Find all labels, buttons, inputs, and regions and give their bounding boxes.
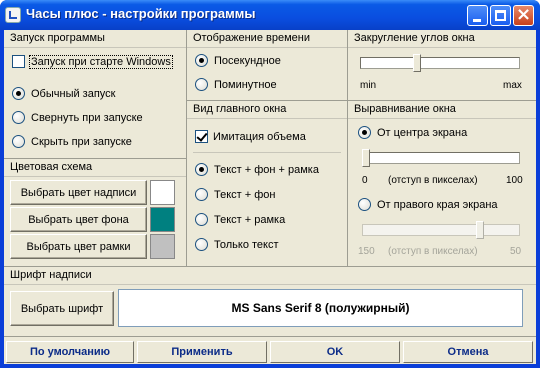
startup-option-minimize[interactable]: Свернуть при запуске bbox=[12, 111, 143, 124]
startup-header: Запуск программы bbox=[4, 30, 186, 48]
center-offset-unit: (отступ в пикселах) bbox=[388, 175, 478, 186]
startup-option-normal[interactable]: Обычный запуск bbox=[12, 87, 115, 100]
align-center-label: От центра экрана bbox=[377, 126, 468, 139]
close-icon: × bbox=[516, 4, 532, 25]
time-radio-seconds[interactable] bbox=[195, 54, 208, 67]
cancel-button[interactable]: Отмена bbox=[403, 341, 533, 363]
defaults-button[interactable]: По умолчанию bbox=[6, 341, 134, 363]
font-header: Шрифт надписи bbox=[4, 267, 536, 285]
autostart-check-box[interactable] bbox=[12, 55, 25, 68]
right-offset-slider-thumb[interactable] bbox=[476, 221, 484, 239]
time-radio-minutes[interactable] bbox=[195, 78, 208, 91]
center-offset-slider-thumb[interactable] bbox=[362, 149, 370, 167]
startup-panel: Запуск программы Запуск при старте Windo… bbox=[4, 30, 186, 158]
startup-radio-minimize[interactable] bbox=[12, 111, 25, 124]
time-option-minutes[interactable]: Поминутное bbox=[195, 78, 277, 91]
pick-background-color-button[interactable]: Выбрать цвет фона bbox=[10, 207, 147, 232]
align-right-option[interactable]: От правого края экрана bbox=[358, 198, 498, 211]
view-option-text-bg[interactable]: Текст + фон bbox=[195, 188, 275, 201]
time-option-label: Поминутное bbox=[214, 78, 277, 91]
settings-window: Часы плюс - настройки программы × Запуск… bbox=[0, 0, 540, 368]
startup-option-label: Свернуть при запуске bbox=[31, 111, 143, 124]
current-font-display: MS Sans Serif 8 (полужирный) bbox=[118, 289, 523, 327]
align-center-radio[interactable] bbox=[358, 126, 371, 139]
window-client-area: Запуск программы Запуск при старте Windo… bbox=[4, 30, 536, 364]
startup-option-hide[interactable]: Скрыть при запуске bbox=[12, 135, 132, 148]
time-display-panel: Отображение времени Посекундное Поминутн… bbox=[187, 30, 347, 100]
view-option-label: Текст + фон bbox=[214, 188, 276, 201]
align-right-label: От правого края экрана bbox=[377, 198, 498, 211]
minimize-button[interactable] bbox=[467, 5, 488, 26]
autostart-label: Запуск при старте Windows bbox=[29, 54, 173, 69]
section-divider bbox=[4, 336, 536, 337]
view-option-text-only[interactable]: Только текст bbox=[195, 238, 279, 251]
view-option-text-bg-border[interactable]: Текст + фон + рамка bbox=[195, 163, 319, 176]
right-offset-unit: (отступ в пикселах) bbox=[388, 246, 478, 257]
startup-radio-hide[interactable] bbox=[12, 135, 25, 148]
corner-rounding-header: Закругление углов окна bbox=[348, 30, 536, 48]
choose-font-button[interactable]: Выбрать шрифт bbox=[10, 291, 114, 326]
font-panel: Шрифт надписи Выбрать шрифт MS Sans Seri… bbox=[4, 267, 536, 336]
volume-check-box[interactable] bbox=[195, 130, 208, 143]
background-color-swatch bbox=[150, 207, 175, 232]
title-bar[interactable]: Часы плюс - настройки программы × bbox=[0, 0, 540, 30]
minimize-icon bbox=[473, 19, 481, 22]
time-option-label: Посекундное bbox=[214, 54, 281, 67]
autostart-checkbox[interactable]: Запуск при старте Windows bbox=[12, 54, 173, 69]
volume-effect-checkbox[interactable]: Имитация объема bbox=[195, 130, 306, 143]
alignment-panel: Выравнивание окна От центра экрана 0 (от… bbox=[348, 101, 536, 266]
corner-min-label: min bbox=[360, 80, 377, 91]
corner-rounding-panel: Закругление углов окна min max bbox=[348, 30, 536, 100]
corner-max-label: max bbox=[503, 80, 522, 91]
pick-border-color-button[interactable]: Выбрать цвет рамки bbox=[10, 234, 147, 259]
color-scheme-panel: Цветовая схема Выбрать цвет надписи Выбр… bbox=[4, 159, 186, 266]
view-radio-text-border[interactable] bbox=[195, 213, 208, 226]
time-display-header: Отображение времени bbox=[187, 30, 347, 48]
center-offset-min: 0 bbox=[362, 175, 368, 186]
align-right-radio[interactable] bbox=[358, 198, 371, 211]
right-offset-track[interactable] bbox=[362, 224, 520, 236]
right-offset-min: 150 bbox=[358, 246, 375, 257]
close-button[interactable]: × bbox=[513, 4, 534, 26]
apply-button[interactable]: Применить bbox=[137, 341, 267, 363]
main-view-header: Вид главного окна bbox=[187, 101, 347, 119]
startup-option-label: Обычный запуск bbox=[31, 87, 116, 100]
text-color-swatch bbox=[150, 180, 175, 205]
view-option-label: Текст + фон + рамка bbox=[214, 163, 319, 176]
color-scheme-header: Цветовая схема bbox=[4, 159, 186, 177]
main-view-panel: Вид главного окна Имитация объема Текст … bbox=[187, 101, 347, 266]
time-option-seconds[interactable]: Посекундное bbox=[195, 54, 281, 67]
startup-radio-normal[interactable] bbox=[12, 87, 25, 100]
ok-button[interactable]: OK bbox=[270, 341, 400, 363]
border-color-swatch bbox=[150, 234, 175, 259]
maximize-button[interactable] bbox=[490, 5, 511, 26]
main-view-separator bbox=[193, 152, 341, 153]
volume-effect-label: Имитация объема bbox=[213, 130, 306, 143]
corner-rounding-slider-thumb[interactable] bbox=[413, 54, 422, 72]
right-offset-max: 50 bbox=[510, 246, 522, 257]
view-option-text-border[interactable]: Текст + рамка bbox=[195, 213, 285, 226]
view-option-label: Только текст bbox=[214, 238, 279, 251]
startup-option-label: Скрыть при запуске bbox=[31, 135, 132, 148]
view-radio-text-bg-border[interactable] bbox=[195, 163, 208, 176]
view-radio-text-only[interactable] bbox=[195, 238, 208, 251]
view-option-label: Текст + рамка bbox=[214, 213, 286, 226]
corner-rounding-track[interactable] bbox=[360, 57, 520, 69]
center-offset-track[interactable] bbox=[362, 152, 520, 164]
center-offset-max: 100 bbox=[506, 175, 523, 186]
maximize-icon bbox=[495, 10, 506, 21]
align-center-option[interactable]: От центра экрана bbox=[358, 126, 467, 139]
window-title: Часы плюс - настройки программы bbox=[26, 6, 256, 21]
app-icon bbox=[5, 7, 21, 23]
pick-text-color-button[interactable]: Выбрать цвет надписи bbox=[10, 180, 147, 205]
view-radio-text-bg[interactable] bbox=[195, 188, 208, 201]
alignment-header: Выравнивание окна bbox=[348, 101, 536, 119]
